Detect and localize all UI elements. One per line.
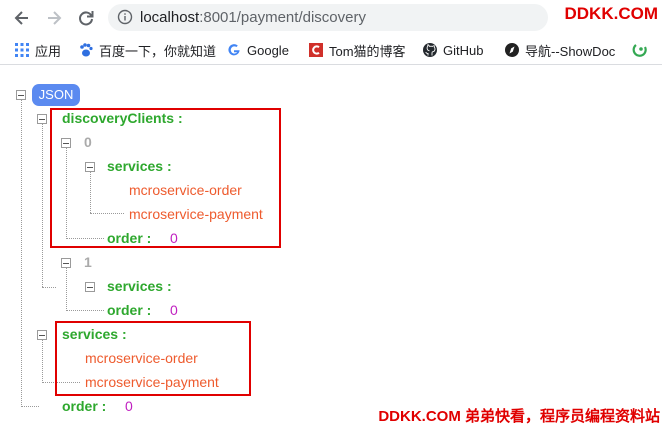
- tree-line: [66, 267, 67, 311]
- collapse-client-1-services-toggle[interactable]: [85, 282, 95, 292]
- collapse-client-1-toggle[interactable]: [61, 258, 71, 268]
- bookmark-baidu[interactable]: 百度一下，你就知道: [78, 41, 216, 59]
- bookmark-google[interactable]: Google: [226, 41, 289, 59]
- baidu-paw-icon: [80, 43, 93, 57]
- tree-line: [42, 123, 43, 287]
- collapse-root-toggle[interactable]: [16, 90, 26, 100]
- collapse-services-toggle[interactable]: [37, 330, 47, 340]
- json-viewer: JSON discoveryClients : 0 services : mcr…: [0, 65, 662, 428]
- browser-toolbar: localhost:8001/payment/discovery DDKK.CO…: [0, 0, 662, 35]
- highlight-box-discoveryclients: [50, 108, 281, 248]
- client-index-1: 1: [84, 254, 92, 270]
- bookmarks-bar: 应用 百度一下，你就知道 Google Tom猫的博客 GitHub 导航--S…: [0, 35, 662, 65]
- root-order-value: 0: [125, 398, 133, 414]
- client-1-order-key: order :: [107, 302, 152, 318]
- bookmark-apps[interactable]: 应用: [14, 41, 61, 59]
- brand-watermark: DDKK.COM: [564, 4, 659, 23]
- github-icon: [423, 43, 437, 57]
- tree-line: [42, 287, 56, 288]
- client-1-order-value: 0: [170, 302, 178, 318]
- collapse-discoveryclients-toggle[interactable]: [37, 114, 47, 124]
- bookmark-tom-blog[interactable]: Tom猫的博客: [308, 41, 406, 59]
- google-g-icon: [228, 44, 240, 56]
- tree-line: [42, 339, 43, 383]
- tree-line: [21, 99, 22, 407]
- tree-line: [21, 406, 39, 407]
- highlight-box-services: [55, 321, 251, 396]
- back-arrow-icon[interactable]: [12, 8, 32, 28]
- bookmark-showdoc[interactable]: 导航--ShowDoc: [504, 41, 615, 59]
- more-bookmark-icon[interactable]: [632, 41, 648, 57]
- root-order-key: order :: [62, 398, 107, 414]
- tree-line: [66, 310, 104, 311]
- tom-blog-icon: [309, 43, 323, 57]
- site-info-icon[interactable]: [117, 9, 133, 25]
- reload-icon[interactable]: [76, 8, 96, 28]
- address-bar[interactable]: localhost:8001/payment/discovery: [108, 4, 548, 31]
- client-1-services-key: services :: [107, 278, 172, 294]
- bookmark-github[interactable]: GitHub: [422, 41, 483, 59]
- json-root-badge[interactable]: JSON: [32, 84, 80, 106]
- showdoc-icon: [505, 43, 519, 57]
- apps-grid-icon: [15, 43, 29, 57]
- url-text: localhost:8001/payment/discovery: [140, 9, 366, 26]
- footer-watermark: DDKK.COM 弟弟快看，程序员编程资料站: [378, 408, 660, 425]
- forward-arrow-icon[interactable]: [44, 8, 64, 28]
